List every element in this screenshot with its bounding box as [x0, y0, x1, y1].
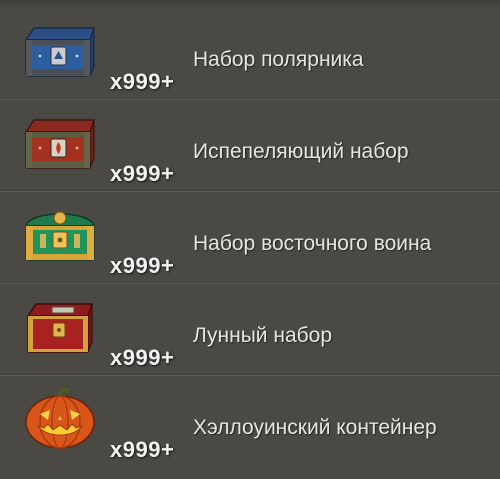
list-item-eastern-warrior-kit[interactable]: x999+ Набор восточного воина [0, 192, 500, 284]
item-title: Набор восточного воина [193, 232, 432, 255]
list-item-arctic-kit[interactable]: x999+ Набор полярника [0, 8, 500, 100]
container-list: x999+ Набор полярника x999+ Испепеляющий… [0, 0, 500, 479]
jack-o-lantern-container-icon [20, 386, 100, 450]
red-lunar-chest-icon [20, 296, 100, 360]
list-item-halloween-container[interactable]: x999+ Хэллоуинский контейнер [0, 376, 500, 479]
list-top-edge [0, 0, 500, 8]
red-fire-chest-icon [20, 112, 100, 176]
item-title: Испепеляющий набор [193, 140, 409, 163]
green-oriental-chest-icon [20, 204, 100, 268]
list-item-fire-kit[interactable]: x999+ Испепеляющий набор [0, 100, 500, 192]
blue-arctic-chest-icon [20, 20, 100, 84]
item-count: x999+ [110, 253, 175, 278]
item-count: x999+ [110, 437, 175, 462]
item-title: Набор полярника [193, 48, 364, 71]
item-title: Хэллоуинский контейнер [193, 416, 437, 439]
item-title: Лунный набор [193, 324, 333, 347]
item-count: x999+ [110, 345, 175, 370]
list-item-lunar-kit[interactable]: x999+ Лунный набор [0, 284, 500, 376]
item-count: x999+ [110, 161, 175, 186]
item-count: x999+ [110, 69, 175, 94]
